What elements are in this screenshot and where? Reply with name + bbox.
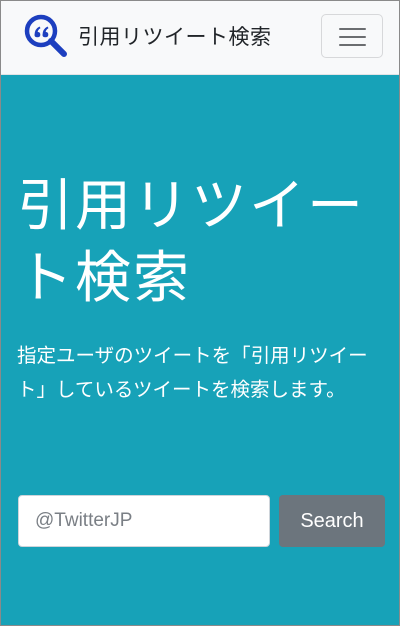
search-button[interactable]: Search <box>279 495 385 547</box>
hamburger-menu-icon <box>339 28 366 30</box>
navbar: 引用リツイート検索 <box>1 1 399 75</box>
navbar-toggler-button[interactable] <box>321 14 383 58</box>
search-input[interactable] <box>18 495 270 547</box>
brand-title: 引用リツイート検索 <box>78 25 272 49</box>
search-form: Search <box>18 495 385 547</box>
magnifier-quote-icon <box>24 14 67 57</box>
hamburger-menu-icon-bar <box>339 44 366 46</box>
hamburger-menu-icon-bar <box>339 36 366 38</box>
navbar-brand[interactable]: 引用リツイート検索 <box>23 13 272 59</box>
hero-lead: 指定ユーザのツイートを「引用リツイート」しているツイートを検索します。 <box>17 344 368 401</box>
hero-title: 引用リツイート検索 <box>17 174 365 311</box>
